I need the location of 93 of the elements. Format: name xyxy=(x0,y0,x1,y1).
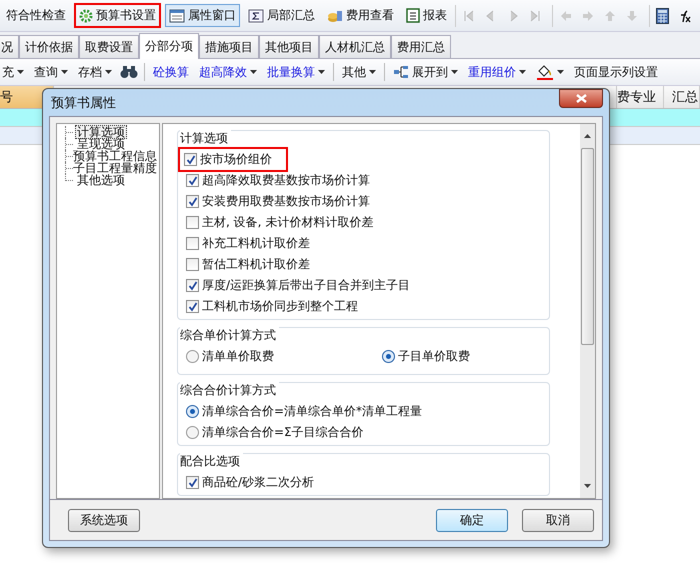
checkmark-icon xyxy=(188,280,198,290)
tree-item[interactable]: 子目工程量精度 xyxy=(71,161,159,175)
radio-label: 清单单价取费 xyxy=(202,348,274,365)
caret-icon xyxy=(451,70,458,74)
tab[interactable]: 措施项目 xyxy=(199,35,259,58)
toolbar-button[interactable]: 页面显示列设置 xyxy=(572,64,660,80)
checkbox[interactable] xyxy=(186,300,199,313)
checkbox[interactable] xyxy=(186,195,199,208)
dialog-title: 预算书属性 xyxy=(51,94,116,112)
toolbar-button[interactable]: 重用组价 xyxy=(466,64,528,80)
checkmark-icon xyxy=(188,478,198,488)
tree-item[interactable]: 预算书工程信息 xyxy=(71,149,159,163)
checkbox-label: 超高降效取费基数按市场价计算 xyxy=(202,172,370,189)
toolbar-button[interactable]: 超高降效 xyxy=(197,64,259,80)
tree-item[interactable]: 呈现选项 xyxy=(75,137,127,151)
group-title: 综合合价计算方式 xyxy=(180,382,279,399)
caret-icon xyxy=(250,70,257,74)
toolbar-button[interactable]: 存档 xyxy=(76,64,114,80)
tab[interactable]: 取费设置 xyxy=(79,35,139,58)
checkbox-label: 按市场价组价 xyxy=(200,151,272,168)
calculator-icon[interactable] xyxy=(656,8,669,24)
group-title: 计算选项 xyxy=(180,130,231,147)
binoculars-icon[interactable] xyxy=(120,65,138,79)
toolbar-button[interactable]: 局部汇总 xyxy=(244,4,319,27)
checkbox-label: 厚度/运距换算后带出子目合并到主子目 xyxy=(202,277,410,294)
toolbar-button[interactable]: 预算书设置 xyxy=(74,3,161,28)
toolbar-button[interactable]: 其他 xyxy=(340,64,378,80)
checkbox[interactable] xyxy=(186,476,199,489)
column-header: 费专业 xyxy=(617,86,664,108)
close-icon xyxy=(576,94,586,103)
checkmark-icon xyxy=(188,302,198,312)
radio-button[interactable] xyxy=(382,350,395,363)
checkbox[interactable] xyxy=(186,216,199,229)
tree-item[interactable]: 其他选项 xyxy=(75,173,127,187)
checkbox[interactable] xyxy=(186,237,199,250)
tab[interactable]: 人材机汇总 xyxy=(319,35,391,58)
toolbar-button[interactable]: 属性窗口 xyxy=(165,4,240,27)
sum-icon xyxy=(248,8,264,22)
group-title: 配合比选项 xyxy=(180,453,243,470)
dialog-button[interactable]: 取消 xyxy=(522,508,594,532)
scrollbar[interactable] xyxy=(580,124,595,498)
dialog-button[interactable]: 系统选项 xyxy=(68,508,140,532)
checkbox-label: 主材, 设备, 未计价材料计取价差 xyxy=(202,214,374,231)
tab[interactable]: 分部分项 xyxy=(139,33,199,59)
gear-icon xyxy=(79,8,93,22)
tree-item[interactable]: 计算选项 xyxy=(75,125,127,139)
paint-bucket-icon xyxy=(536,64,554,80)
toolbar-button[interactable]: 费用查看 xyxy=(323,4,398,27)
close-button[interactable] xyxy=(559,89,603,108)
caret-icon xyxy=(557,70,564,74)
radio-label: 子目单价取费 xyxy=(398,348,470,365)
radio-label: 清单综合合价=清单综合单价*清单工程量 xyxy=(202,403,422,420)
checkbox-label: 补充工料机计取价差 xyxy=(202,235,310,252)
toolbar-button[interactable]: 展开到 xyxy=(391,64,460,80)
caret-icon xyxy=(61,70,68,74)
checkmark-icon xyxy=(188,176,198,186)
checkbox-label: 工料机市场价同步到整个工程 xyxy=(202,298,358,315)
coins-icon xyxy=(327,8,343,22)
window-icon xyxy=(169,8,185,22)
checkbox-label: 安装费用取费基数按市场价计算 xyxy=(202,193,370,210)
group-title: 综合单价计算方式 xyxy=(180,327,279,344)
checkmark-icon xyxy=(188,196,198,206)
fill-color-button[interactable] xyxy=(534,64,566,80)
toolbar-button[interactable]: 充 xyxy=(0,64,26,80)
checkbox[interactable] xyxy=(186,258,199,271)
toolbar-button[interactable]: 符合性检查 xyxy=(2,4,70,27)
radio-button[interactable] xyxy=(186,426,199,439)
caret-icon xyxy=(318,70,325,74)
checkbox[interactable] xyxy=(184,153,197,166)
report-icon xyxy=(406,8,420,23)
tab[interactable]: 费用汇总 xyxy=(391,35,451,58)
tab[interactable]: 计价依据 xyxy=(19,35,79,58)
checkmark-icon xyxy=(186,154,196,164)
checkbox[interactable] xyxy=(186,279,199,292)
tab[interactable]: 其他项目 xyxy=(259,35,319,58)
dialog-button[interactable]: 确定 xyxy=(436,508,508,532)
radio-button[interactable] xyxy=(186,350,199,363)
toolbar-button[interactable]: 查询 xyxy=(32,64,70,80)
caret-icon xyxy=(17,70,24,74)
tree-icon xyxy=(393,65,409,79)
caret-icon xyxy=(105,70,112,74)
radio-button[interactable] xyxy=(186,405,199,418)
radio-label: 清单综合合价=Σ子目综合合价 xyxy=(202,424,364,441)
toolbar-button[interactable]: 砼换算 xyxy=(151,64,191,80)
toolbar-button[interactable]: 报表 xyxy=(402,4,451,27)
checkbox[interactable] xyxy=(186,174,199,187)
checkbox-label: 商品砼/砂浆二次分析 xyxy=(202,474,314,491)
column-header: 汇总 xyxy=(664,86,700,108)
caret-icon xyxy=(369,70,376,74)
checkbox-label: 暂估工料机计取价差 xyxy=(202,256,310,273)
caret-icon xyxy=(519,70,526,74)
toolbar-button[interactable]: 批量换算 xyxy=(265,64,327,80)
tab[interactable]: 况 xyxy=(0,35,19,58)
